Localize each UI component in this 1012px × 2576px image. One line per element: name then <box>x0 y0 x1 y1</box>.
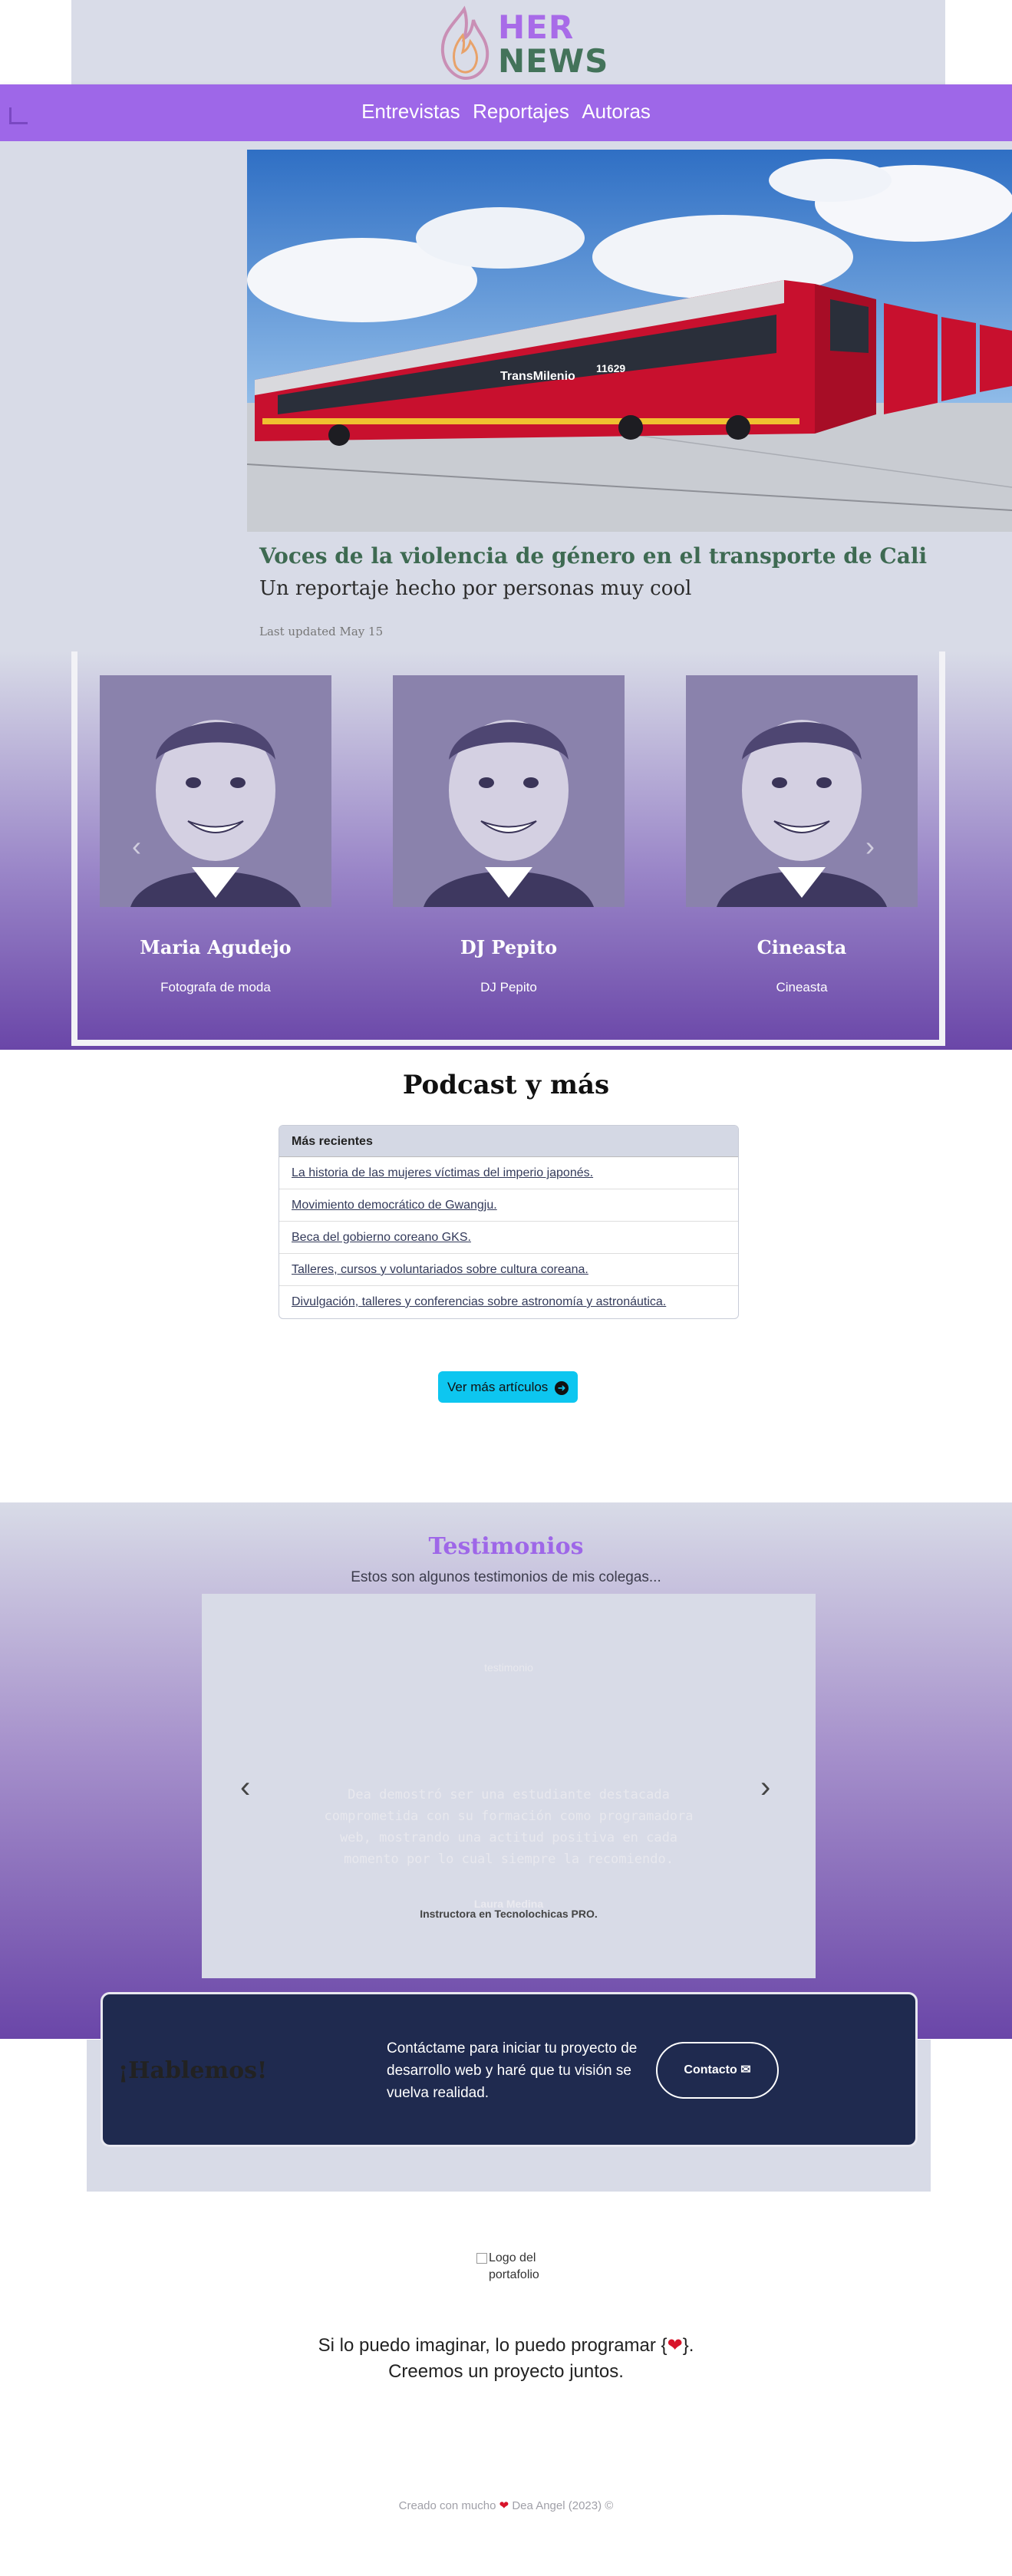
member-role: DJ Pepito <box>480 980 537 994</box>
feature-title[interactable]: Voces de la violencia de género en el tr… <box>259 543 927 569</box>
bus-label: TransMilenio <box>500 370 575 383</box>
more-articles-button[interactable]: Ver más artículos ➜ <box>438 1371 578 1403</box>
nav-item-entrevistas[interactable]: Entrevistas <box>361 100 460 123</box>
brand-wordmark: HER NEWS <box>498 11 608 78</box>
chevron-right-icon[interactable]: › <box>760 1770 770 1805</box>
mail-icon: ✉ <box>740 2063 751 2076</box>
broken-image-icon <box>476 2252 487 2264</box>
nav-item-autoras[interactable]: Autoras <box>582 100 651 123</box>
member-name: Maria Agudejo <box>140 936 292 958</box>
testimonials-title: Testimonios <box>428 1533 584 1560</box>
feature-image: TransMilenio 11629 <box>247 150 1012 532</box>
testimonial-tag: testimonio <box>484 1661 533 1674</box>
page: HER NEWS Entrevistas Reportajes Autoras <box>0 0 1012 2576</box>
team-member: DJ Pepito DJ Pepito <box>393 675 625 995</box>
contact-button[interactable]: Contacto ✉ <box>656 2042 779 2099</box>
heart-icon: ❤ <box>499 2499 509 2512</box>
brand-line1: HER <box>498 8 575 46</box>
member-role: Fotografa de moda <box>160 980 271 994</box>
credit-a: Creado con mucho <box>398 2499 496 2512</box>
brand-line2: NEWS <box>498 42 609 80</box>
nav-links: Entrevistas Reportajes Autoras <box>0 100 1012 124</box>
slogan-line2: Creemos un proyecto juntos. <box>388 2361 624 2382</box>
team-member: Cineasta Cineasta <box>686 675 918 995</box>
testimonial-card: testimonio ‹ › Dea demostró ser una estu… <box>202 1594 816 1978</box>
footer-credit: Creado con mucho ❤ Dea Angel (2023) © <box>0 2498 1012 2512</box>
flame-icon <box>440 5 490 81</box>
contact-greeting: ¡Hablemos! <box>118 2057 268 2084</box>
list-item[interactable]: Divulgación, talleres y conferencias sob… <box>279 1286 738 1318</box>
list-item[interactable]: Movimiento democrático de Gwangju. <box>279 1189 738 1222</box>
testimonial-author-role: Instructora en Tecnolochicas PRO. <box>420 1908 598 1920</box>
heart-icon: ❤ <box>667 2335 683 2356</box>
contact-text: Contáctame para iniciar tu proyecto de d… <box>387 2040 638 2101</box>
member-photo <box>393 675 625 907</box>
list-header: Más recientes <box>279 1126 738 1157</box>
chevron-left-icon[interactable]: ‹ <box>132 830 141 863</box>
slogan-line1-b: }. <box>682 2335 694 2356</box>
feature-subtitle: Un reportaje hecho por personas muy cool <box>259 577 692 600</box>
brand-logo[interactable]: HER NEWS <box>433 5 608 84</box>
list-item[interactable]: Talleres, cursos y voluntariados sobre c… <box>279 1254 738 1286</box>
list-item[interactable]: La historia de las mujeres víctimas del … <box>279 1157 738 1189</box>
chevron-left-icon[interactable]: ‹ <box>240 1770 250 1805</box>
bus-number: 11629 <box>596 362 625 374</box>
member-name: DJ Pepito <box>460 936 558 958</box>
footer-slogan: Si lo puedo imaginar, lo puedo programar… <box>0 2333 1012 2385</box>
footer-logo-alt: Logo del portafolio <box>489 2251 539 2281</box>
testimonial-quote: Dea demostró ser una estudiante destacad… <box>324 1787 694 1867</box>
member-photo <box>686 675 918 907</box>
contact-button-label: Contacto <box>684 2063 737 2076</box>
footer-logo: Logo del portafolio <box>476 2250 555 2284</box>
feature-date: Last updated May 15 <box>259 625 384 638</box>
podcast-title: Podcast y más <box>402 1070 610 1100</box>
chevron-right-icon[interactable]: › <box>865 830 875 863</box>
navbar: Entrevistas Reportajes Autoras <box>0 84 1012 141</box>
credit-b: Dea Angel (2023) © <box>512 2499 614 2512</box>
testimonials-subtitle: Estos son algunos testimonios de mis col… <box>351 1569 661 1585</box>
more-articles-label: Ver más artículos <box>447 1380 549 1394</box>
nav-item-reportajes[interactable]: Reportajes <box>473 100 569 123</box>
member-role: Cineasta <box>776 980 828 994</box>
member-name: Cineasta <box>757 936 847 958</box>
member-photo <box>100 675 331 907</box>
arrow-right-circle-icon: ➜ <box>555 1380 569 1395</box>
recent-list: Más recientes La historia de las mujeres… <box>279 1125 739 1319</box>
contact-banner: ¡Hablemos! Contáctame para iniciar tu pr… <box>101 1992 918 2147</box>
list-item[interactable]: Beca del gobierno coreano GKS. <box>279 1222 738 1254</box>
slogan-line1-a: Si lo puedo imaginar, lo puedo programar… <box>318 2335 668 2356</box>
